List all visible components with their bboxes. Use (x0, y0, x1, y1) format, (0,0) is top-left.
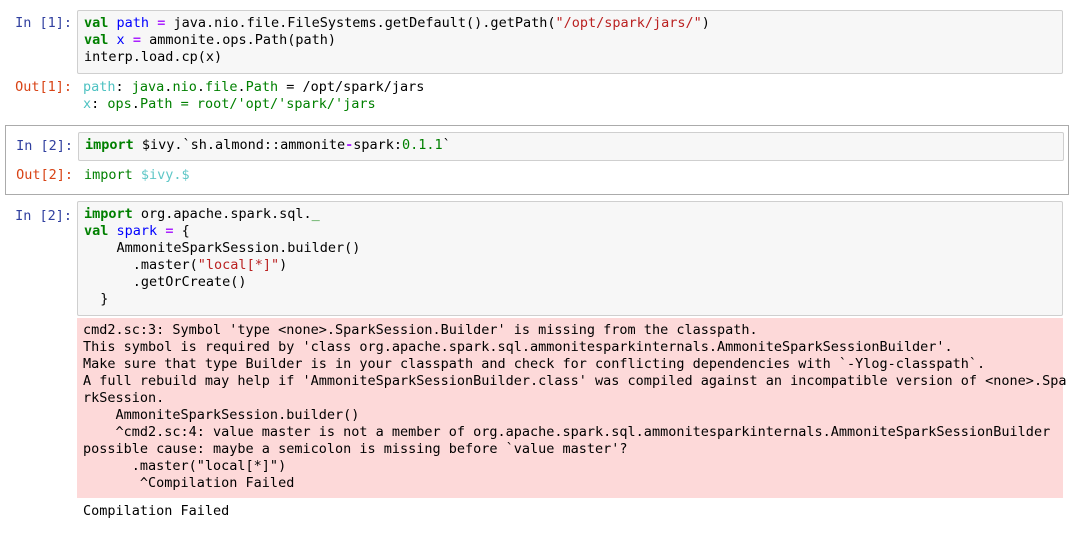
error-line: cmd2.sc:3: Symbol 'type <none>.SparkSess… (83, 322, 758, 338)
input-prompt: In [2]: (16, 138, 73, 154)
code-line: import $ivy.`sh.almond::ammonite-spark:0… (85, 137, 451, 153)
error-line: AmmoniteSparkSession.builder() (83, 407, 360, 423)
cell-output: path: java.nio.file.Path = /opt/spark/ja… (77, 79, 1063, 113)
code-line: .getOrCreate() (84, 274, 247, 290)
code-line: val path = java.nio.file.FileSystems.get… (84, 15, 710, 31)
error-line: possible cause: maybe a semicolon is mis… (83, 441, 628, 457)
output-prompt: Out[1]: (15, 79, 72, 95)
output-line: import $ivy.$ (84, 167, 190, 183)
output-line: Compilation Failed (83, 503, 230, 519)
error-output: cmd2.sc:3: Symbol 'type <none>.SparkSess… (77, 318, 1067, 498)
code-line: .master("local[*]") (84, 257, 288, 273)
error-line: rkSession. (83, 390, 165, 406)
error-line: ^Compilation Failed (83, 475, 295, 491)
cell-output: import $ivy.$ (78, 167, 1064, 184)
notebook-cell-3[interactable]: In [2]: import org.apache.spark.sql._ va… (5, 201, 1069, 526)
notebook-cell-1[interactable]: In [1]: val path = java.nio.file.FileSys… (5, 10, 1069, 120)
code-line: AmmoniteSparkSession.builder() (84, 240, 361, 256)
input-prompt: In [2]: (15, 208, 72, 224)
input-prompt: In [1]: (15, 15, 72, 31)
error-line: ^cmd2.sc:4: value master is not a member… (83, 424, 1051, 440)
code-line: interp.load.cp(x) (84, 49, 223, 65)
error-line: A full rebuild may help if 'AmmoniteSpar… (83, 373, 1067, 389)
error-line: Make sure that type Builder is in your c… (83, 356, 986, 372)
output-line: path: java.nio.file.Path = /opt/spark/ja… (83, 79, 425, 95)
code-line: val x = ammonite.ops.Path(path) (84, 32, 337, 48)
path-literal: = root/'opt/'spark/'jars (172, 96, 376, 112)
output-prompt: Out[2]: (16, 167, 73, 183)
code-line: } (84, 291, 109, 307)
code-line: val spark = { (84, 223, 190, 239)
cell-output: Compilation Failed (77, 503, 1063, 520)
code-line: import org.apache.spark.sql._ (84, 206, 320, 222)
code-input[interactable]: import $ivy.`sh.almond::ammonite-spark:0… (78, 132, 1064, 161)
error-line: This symbol is required by 'class org.ap… (83, 339, 953, 355)
error-line: .master("local[*]") (83, 458, 287, 474)
code-input[interactable]: val path = java.nio.file.FileSystems.get… (77, 10, 1063, 74)
output-line: x: ops.Path = root/'opt/'spark/'jars (83, 96, 376, 112)
code-input[interactable]: import org.apache.spark.sql._ val spark … (77, 201, 1063, 316)
notebook-cell-2[interactable]: In [2]: import $ivy.`sh.almond::ammonite… (5, 125, 1069, 195)
